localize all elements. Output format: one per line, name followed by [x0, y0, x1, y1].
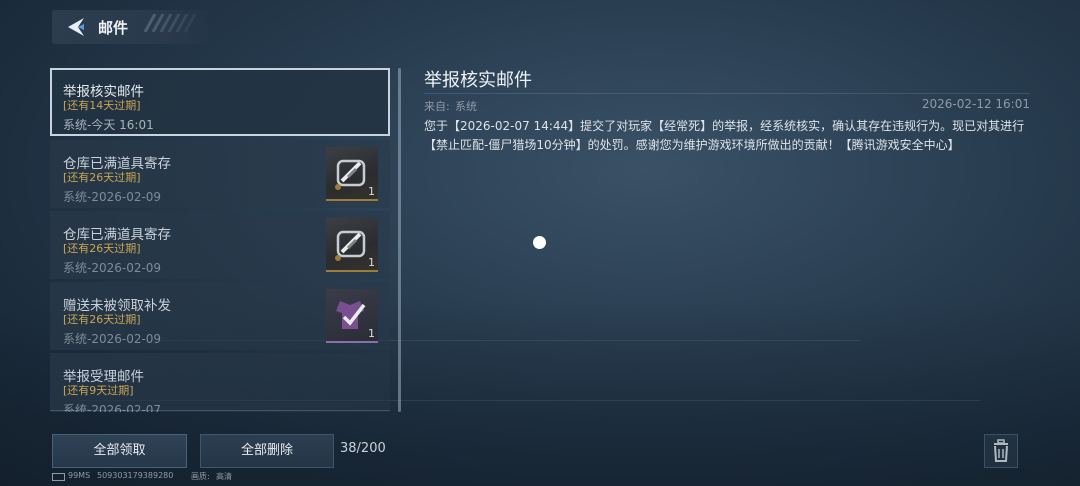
mail-meta: 系统-2026-02-09: [63, 261, 162, 275]
trash-icon: [994, 439, 1008, 462]
mail-count: 38/200: [340, 441, 386, 456]
attachment-slot[interactable]: 1: [326, 147, 378, 201]
mail-list-scrollbar[interactable]: [398, 68, 401, 412]
ping-value: 99MS: [68, 471, 91, 480]
mail-meta: 系统-今天 16:01: [63, 118, 154, 132]
mail-list[interactable]: 举报核实邮件 [还有14天过期] 系统-今天 16:01 仓库已满道具寄存 [还…: [50, 66, 392, 412]
delete-mail-button[interactable]: [984, 434, 1018, 468]
quality-value: 高清: [216, 472, 232, 481]
attachment-slot[interactable]: 1: [326, 289, 378, 343]
mail-meta: 系统-2026-02-09: [63, 332, 162, 346]
list-divider: [50, 410, 390, 411]
back-arrow-icon[interactable]: [64, 16, 88, 38]
sender-label: 来自:: [424, 100, 450, 113]
sender-value: 系统: [455, 100, 477, 113]
mail-expire: [还有26天过期]: [63, 313, 141, 326]
claim-all-button[interactable]: 全部领取: [52, 434, 187, 468]
mail-expire: [还有9天过期]: [63, 384, 134, 397]
touch-cursor-dot: [533, 236, 546, 249]
mail-date: 2026-02-12 16:01: [921, 97, 1030, 111]
quality-label: 画质:: [191, 472, 210, 481]
header-stripes-decoration: [143, 14, 197, 32]
delete-all-button[interactable]: 全部删除: [200, 434, 334, 468]
detail-divider: [424, 93, 1030, 94]
attachment-count: 1: [368, 256, 375, 269]
mail-body: 您于【2026-02-07 14:44】提交了对玩家【经常死】的举报，经系统核实…: [424, 117, 1036, 155]
mail-item[interactable]: 举报核实邮件 [还有14天过期] 系统-今天 16:01: [50, 68, 390, 136]
mail-detail-title: 举报核实邮件: [424, 70, 532, 91]
mail-meta: 系统-2026-02-09: [63, 190, 162, 204]
mail-item[interactable]: 仓库已满道具寄存 [还有26天过期] 系统-2026-02-09 1: [50, 140, 390, 208]
mail-expire: [还有26天过期]: [63, 242, 141, 255]
mail-expire: [还有14天过期]: [63, 99, 141, 112]
mail-expire: [还有26天过期]: [63, 171, 141, 184]
attachment-count: 1: [368, 185, 375, 198]
battery-icon: [52, 473, 65, 481]
attachment-slot[interactable]: 1: [326, 218, 378, 272]
mail-item[interactable]: 举报受理邮件 [还有9天过期] 系统-2026-02-07: [50, 353, 390, 412]
mail-body-line: 【禁止匹配-僵尸猎场10分钟】的处罚。感谢您为维护游戏环境所做出的贡献！【腾讯游…: [424, 138, 960, 152]
player-id: 509303179389280: [97, 471, 174, 480]
mail-item[interactable]: 赠送未被领取补发 [还有26天过期] 系统-2026-02-09 1: [50, 282, 390, 350]
page-title: 邮件: [98, 19, 129, 37]
mail-body-line: 您于【2026-02-07 14:44】提交了对玩家【经常死】的举报，经系统核实…: [424, 119, 1025, 133]
attachment-count: 1: [368, 327, 375, 340]
mail-item[interactable]: 仓库已满道具寄存 [还有26天过期] 系统-2026-02-09 1: [50, 211, 390, 279]
